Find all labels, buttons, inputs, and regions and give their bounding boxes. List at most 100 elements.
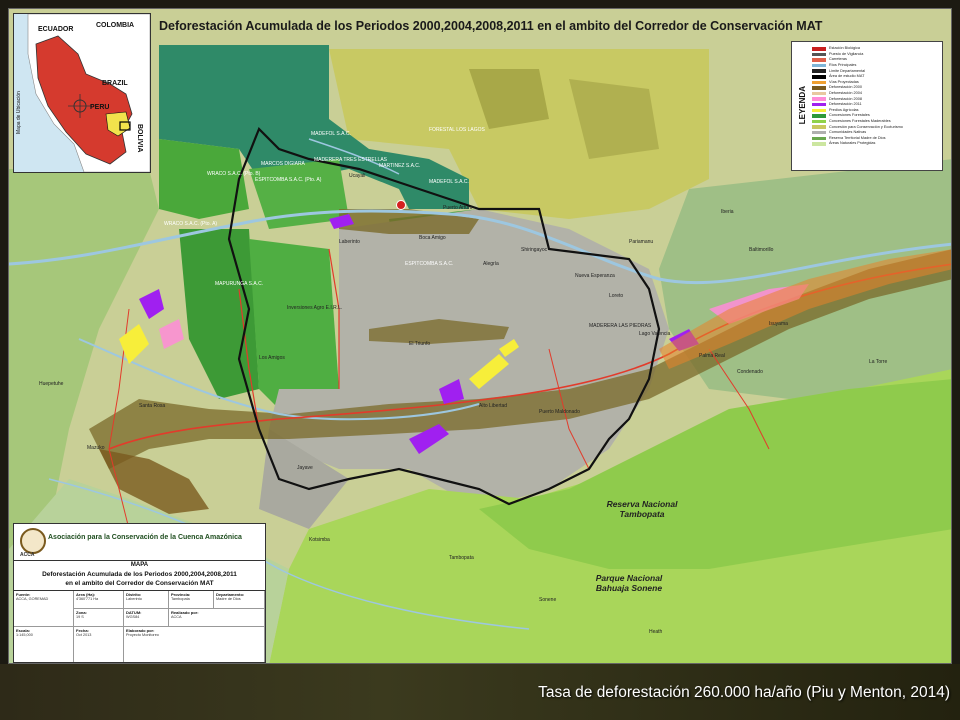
legend-swatch bbox=[812, 97, 826, 101]
title-block-grid: Fuente: ACCA, GOREMAD Area (Ha): 4'360'771 … bbox=[14, 590, 265, 662]
acca-acronym: ACCA bbox=[20, 552, 35, 558]
organization-name: Asociación para la Conservación de la Cu… bbox=[48, 534, 242, 541]
map-label: MAPA bbox=[130, 562, 149, 568]
legend-label: Reserva Territorial Madre de Dios bbox=[829, 135, 886, 140]
label-place: Tambopata bbox=[449, 555, 474, 561]
inset-label-colombia: COLOMBIA bbox=[96, 22, 135, 29]
legend-swatch bbox=[812, 102, 826, 107]
legend-label: Comunidades Nativas bbox=[829, 130, 867, 135]
legend-swatch bbox=[812, 75, 826, 79]
legend-label: Deforestación 2008 bbox=[829, 96, 862, 101]
legend-swatch bbox=[812, 130, 826, 135]
legend-swatch bbox=[812, 80, 826, 85]
label-place: Nueva Esperanza bbox=[575, 273, 615, 279]
title-block-cell-text: ACCA, GOREMAD bbox=[16, 597, 49, 601]
slide: MADEFOL S.A.C. FORESTAL LOS LAGOS MARCOS… bbox=[0, 0, 960, 720]
map-title: Deforestación Acumulada de los Periodos … bbox=[159, 19, 823, 33]
label-place: Condenado bbox=[737, 369, 763, 375]
title-block-cell-text: Laberinto bbox=[126, 597, 142, 601]
map-subtitle-line1: Deforestación Acumulada de los Periodos … bbox=[42, 571, 237, 578]
legend-swatch bbox=[812, 52, 826, 57]
legend-swatch bbox=[812, 58, 826, 62]
map-frame: MADEFOL S.A.C. FORESTAL LOS LAGOS MARCOS… bbox=[8, 8, 952, 664]
title-block-cell: Fuente: ACCA, GOREMAD bbox=[14, 591, 74, 627]
label-concession: WRACO S.A.C. (Pto. A) bbox=[164, 221, 218, 227]
title-block-cell-text: Proyecto Monitoreo bbox=[126, 633, 159, 637]
title-block-cell: Provincia: Tambopata bbox=[169, 591, 214, 609]
label-place: Heath bbox=[649, 629, 663, 635]
label-place: Shiringayoc bbox=[521, 247, 548, 253]
title-block-cell: Distrito: Laberinto bbox=[124, 591, 169, 609]
label-place: Santa Rosa bbox=[139, 403, 166, 409]
label-place: Iberia bbox=[721, 209, 734, 215]
title-block-cell-text: 4'360'771 Ha bbox=[76, 597, 99, 601]
legend-swatch bbox=[812, 47, 826, 51]
title-block-cell-text: Oct 2013 bbox=[76, 633, 92, 637]
label-concession: WRACO S.A.C. (Pto. B) bbox=[207, 171, 261, 177]
timber-concession-1 bbox=[159, 139, 249, 219]
legend-swatch bbox=[812, 69, 826, 73]
legend-label: Puesto de Vigilancia bbox=[829, 51, 864, 56]
legend-swatch bbox=[812, 136, 826, 141]
label-place: Ucayali bbox=[349, 173, 366, 179]
label-place: Lago Valencia bbox=[639, 331, 671, 337]
legend-label: Ríos Principales bbox=[829, 63, 857, 68]
title-block-cell: Zona: 19 S bbox=[74, 609, 124, 627]
title-block-cell-text: Madre de Dios bbox=[216, 597, 241, 601]
legend-swatch bbox=[812, 108, 826, 113]
label-place: La Torre bbox=[869, 359, 888, 365]
title-block-header: ACCA Asociación para la Conservación de … bbox=[14, 524, 265, 561]
label-place: Loreto bbox=[609, 293, 624, 299]
label-concession: MARTINEZ S.A.C. bbox=[379, 163, 421, 169]
label-place: Pariamanu bbox=[629, 239, 654, 245]
label-concession: MARCOS DIGIARA bbox=[261, 161, 305, 167]
slide-caption: Tasa de deforestación 260.000 ha/año (Pi… bbox=[538, 684, 950, 701]
title-block-cell-text: 1:145,000 bbox=[16, 633, 33, 637]
title-block-cell: Elaborado por: Proyecto Monitoreo bbox=[124, 627, 265, 662]
title-block-cell: Area (Ha): 4'360'771 Ha bbox=[74, 591, 124, 609]
label-parque-bahuaja: Parque Nacional Bahuaja Sonene bbox=[595, 573, 663, 593]
legend-label: Limite Departamental bbox=[829, 68, 866, 73]
legend-label: Concesiones Forestales bbox=[829, 113, 870, 118]
inset-label-brazil: BRAZIL bbox=[102, 80, 128, 87]
acca-logo bbox=[20, 528, 46, 554]
title-block-cell: Escala: 1:145,000 bbox=[14, 627, 74, 662]
label-place: Boca Amigo bbox=[419, 235, 446, 241]
title-block-cell-head: Realizado por: bbox=[171, 610, 199, 615]
label-place: Huepetuhe bbox=[39, 381, 64, 387]
legend-swatch bbox=[812, 114, 826, 118]
label-place: Alto Libertad bbox=[479, 403, 508, 409]
label-place: Puerto Arturo bbox=[443, 205, 473, 211]
legend-label: Vías Proyectadas bbox=[829, 79, 859, 84]
label-concession: ESPITCOMBA S.A.C. bbox=[405, 261, 454, 267]
title-block-cell: Realizado por: ACCA bbox=[169, 609, 265, 627]
station-marker bbox=[396, 200, 406, 210]
label-concession: MADEFOL S.A.C. bbox=[311, 131, 351, 137]
label-concession: MADEFOL S.A.C. bbox=[429, 179, 469, 185]
title-block-cell-text: WGS84 bbox=[126, 615, 140, 619]
legend-label: Concesiones Forestales Maderables bbox=[829, 119, 891, 124]
label-concession: MAPURUNGA S.A.C. bbox=[215, 281, 264, 287]
legend-label: Estación Biológica bbox=[829, 46, 861, 51]
title-block-cell: Fecha: Oct 2013 bbox=[74, 627, 124, 662]
title-block-cell-text: 19 S bbox=[76, 615, 84, 619]
legend-swatch bbox=[812, 119, 826, 124]
legend-swatch bbox=[812, 91, 826, 96]
label-place: Jayave bbox=[297, 465, 313, 471]
label-concession: ESPITCOMBA S.A.C. (Pto. A) bbox=[255, 177, 322, 183]
label-place: Palma Real bbox=[699, 353, 725, 359]
title-block: ACCA Asociación para la Conservación de … bbox=[13, 523, 266, 663]
label-place: Laberinto bbox=[339, 239, 360, 245]
legend-label: Deforestación 2011 bbox=[829, 102, 862, 107]
label-place: Sonene bbox=[539, 597, 557, 603]
legend-title-box: LEYENDA bbox=[794, 42, 810, 168]
inset-label-bolivia: BOLIVIA bbox=[136, 124, 143, 153]
label-place: Los Amigos bbox=[259, 355, 285, 361]
legend-label: Deforestación 2000 bbox=[829, 85, 862, 90]
title-block-cell-text: Tambopata bbox=[171, 597, 190, 601]
title-block-cell: DATUM: WGS84 bbox=[124, 609, 169, 627]
legend-label: Predios Agrícolas bbox=[829, 107, 859, 112]
legend-label: Deforestación 2004 bbox=[829, 91, 862, 96]
inset-label-peru: PERU bbox=[90, 104, 110, 111]
inset-label-ecuador: ECUADOR bbox=[38, 26, 74, 33]
